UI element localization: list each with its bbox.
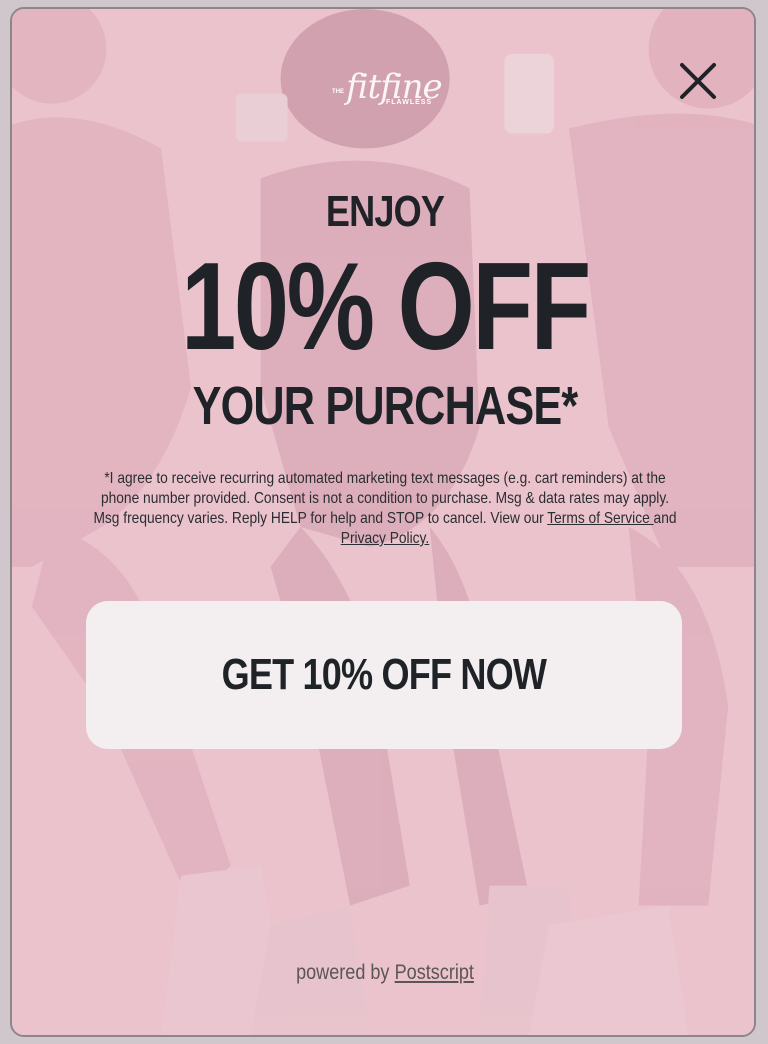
sms-disclaimer: *I agree to receive recurring automated … bbox=[90, 469, 680, 549]
powered-by-footer: powered by Postscript bbox=[64, 961, 706, 985]
postscript-link[interactable]: Postscript bbox=[395, 961, 474, 984]
headline-purchase: YOUR PURCHASE* bbox=[192, 376, 579, 436]
powered-by-text: powered by bbox=[296, 961, 390, 984]
terms-of-service-link[interactable]: Terms of Service bbox=[547, 510, 653, 527]
logo-subtitle: FLAWLESS bbox=[386, 99, 433, 106]
get-discount-button[interactable]: GET 10% OFF NOW bbox=[86, 601, 682, 749]
popup-modal: THE fitfine FLAWLESS ENJOY 10% OFF YOUR … bbox=[10, 7, 756, 1037]
close-button[interactable] bbox=[676, 59, 720, 103]
close-icon bbox=[680, 63, 716, 99]
brand-logo: THE fitfine FLAWLESS bbox=[332, 67, 443, 123]
headline-enjoy: ENJOY bbox=[325, 187, 445, 236]
headline-discount: 10% OFF bbox=[181, 238, 591, 376]
disclaimer-and: and bbox=[653, 510, 677, 527]
privacy-policy-link[interactable]: Privacy Policy. bbox=[341, 530, 429, 547]
logo-prefix: THE bbox=[332, 89, 344, 95]
get-discount-button-label: GET 10% OFF NOW bbox=[221, 650, 547, 699]
